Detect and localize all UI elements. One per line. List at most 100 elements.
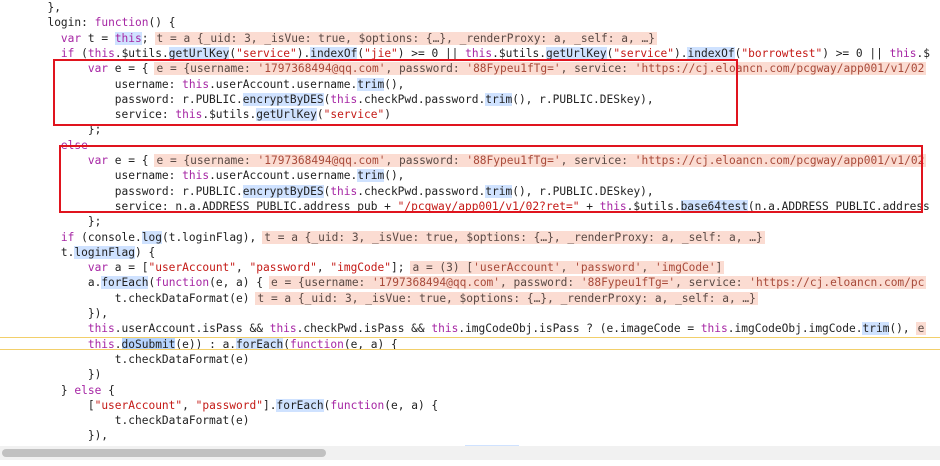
code-line[interactable]: t.checkDataFormat(e) t = a {_uid: 3, _isV…: [0, 291, 940, 306]
code-token: function: [330, 398, 385, 412]
code-line[interactable]: password: r.PUBLIC.encryptByDES(this.che…: [0, 184, 940, 199]
code-line[interactable]: else: [0, 138, 940, 153]
code-token: .: [114, 337, 122, 350]
hint-token: e = {username:: [156, 154, 258, 167]
code-line[interactable]: },: [0, 0, 940, 15]
code-line[interactable]: } else {: [0, 383, 940, 398]
code-line-paused[interactable]: this.doSubmit(e)) : a.forEach(function(e…: [0, 336, 940, 350]
code-line[interactable]: };: [0, 122, 940, 137]
code-token: trim: [357, 169, 385, 183]
code-line[interactable]: }),: [0, 306, 940, 321]
code-line[interactable]: this.userAccount.isPass && this.checkPwd…: [0, 321, 940, 336]
code-line[interactable]: service: this.$utils.getUrlKey("service"…: [0, 107, 940, 122]
code-token: {: [101, 383, 115, 397]
code-token: (),: [889, 322, 910, 336]
code-line[interactable]: };: [0, 214, 940, 229]
code-line[interactable]: username: this.userAccount.username.trim…: [0, 77, 940, 92]
code-token: getUrlKey: [546, 46, 607, 60]
hint-token: '1797368494@qq.com': [257, 62, 386, 76]
code-token: getUrlKey: [168, 46, 230, 60]
code-token: :: [81, 16, 95, 30]
code-token: function: [289, 337, 344, 350]
horizontal-scrollbar[interactable]: [0, 446, 940, 460]
hint-token: , password:: [500, 276, 581, 290]
code-token: forEach: [236, 337, 284, 350]
code-token: forEach: [101, 276, 149, 290]
code-token: "borrowtest": [741, 46, 823, 60]
hint-token: e: [917, 322, 925, 336]
code-token: t =: [81, 31, 115, 45]
code-line[interactable]: if (this.$utils.getUrlKey("service").ind…: [0, 46, 940, 61]
code-token: ].: [262, 398, 277, 412]
code-token: }),: [87, 307, 109, 320]
code-token: }): [87, 368, 102, 382]
inline-value-hint: e: [915, 322, 927, 336]
code-line[interactable]: a.forEach(function(e, a) {e = {username:…: [0, 275, 940, 290]
hint-token: ]: [715, 261, 723, 275]
scrollbar-thumb[interactable]: [2, 449, 326, 457]
code-line[interactable]: t.checkDataFormat(e): [0, 413, 940, 428]
code-token: }),: [87, 429, 109, 443]
code-line[interactable]: var e = {e = {username: '1797368494@qq.c…: [0, 61, 940, 76]
code-token: encryptByDES: [242, 184, 324, 198]
code-line[interactable]: t.checkDataFormat(e): [0, 352, 940, 367]
code-token: this: [465, 46, 493, 60]
code-token: (e, a) {: [384, 398, 439, 412]
code-token: getUrlKey: [256, 108, 317, 122]
hint-token: ,: [641, 261, 655, 275]
code-token: .checkPwd.isPass &&: [296, 322, 432, 336]
hint-token: '88Fypeu1fTg=': [580, 276, 676, 290]
code-line[interactable]: var t = this; t = a {_uid: 3, _isVue: tru…: [0, 31, 940, 46]
code-token: };: [87, 123, 102, 137]
code-token: (n.a.ADDRESS_PUBLIC.address: [747, 199, 930, 213]
code-token: this: [114, 31, 142, 45]
code-token: .userAccount.username.: [209, 169, 358, 183]
code-token: this: [269, 322, 297, 336]
inline-value-hint: e = {username: '1797368494@qq.com', pass…: [154, 154, 927, 167]
hint-token: 'https://cj.eloancn.com/pc: [749, 276, 925, 290]
code-line[interactable]: }): [0, 367, 940, 382]
hint-token: t = a {_uid: 3, _isVue: true, $options: …: [264, 230, 763, 244]
hint-token: '88Fypeu1fTg=': [466, 154, 561, 167]
code-token: t.checkDataFormat(e): [114, 352, 250, 366]
code-token: trim: [357, 77, 385, 91]
code-token: a.: [87, 276, 102, 290]
code-token: username:: [114, 169, 183, 183]
code-token: trim: [485, 92, 513, 106]
code-token: trim: [485, 184, 513, 198]
code-line[interactable]: service: n.a.ADDRESS_PUBLIC.address_pub …: [0, 199, 940, 214]
code-line[interactable]: ["userAccount", "password"].forEach(func…: [0, 398, 940, 413]
code-token: .$utils.: [492, 46, 546, 60]
code-line[interactable]: username: this.userAccount.username.trim…: [0, 168, 940, 183]
code-token: this: [175, 108, 203, 122]
code-line[interactable]: var e = {e = {username: '1797368494@qq.c…: [0, 153, 940, 168]
code-line[interactable]: password: r.PUBLIC.encryptByDES(this.che…: [0, 92, 940, 107]
code-token: (), r.PUBLIC.DESkey),: [512, 92, 654, 106]
code-line[interactable]: t.loginFlag) {: [0, 245, 940, 260]
code-token: (), r.PUBLIC.DESkey),: [512, 184, 654, 198]
code-line[interactable]: var a = ["userAccount", "password", "img…: [0, 260, 940, 275]
hint-token: 'https://cj.eloancn.com/pcgway/app001/v1…: [634, 62, 925, 76]
code-token: encryptByDES: [242, 92, 324, 106]
code-token: username:: [114, 77, 183, 91]
code-token: if: [60, 46, 75, 60]
hint-token: '1797368494@qq.com': [257, 154, 386, 167]
code-line[interactable]: if (console.log(t.loginFlag), t = a {_uid…: [0, 230, 940, 245]
code-line[interactable]: }),: [0, 428, 940, 443]
hint-token: , password:: [385, 154, 467, 167]
code-token: this: [700, 322, 728, 336]
code-token: [: [87, 398, 95, 412]
code-line[interactable]: login: function() {: [0, 15, 940, 30]
code-token: "service": [323, 108, 385, 122]
code-token: },: [47, 1, 61, 14]
code-token: this: [599, 199, 627, 213]
code-token: }: [60, 383, 75, 397]
code-token: password: r.PUBLIC.: [114, 184, 243, 198]
code-token: "password": [249, 261, 317, 275]
code-token: a = [: [108, 261, 149, 275]
code-token: ,: [182, 398, 196, 412]
code-token: service: n.a.ADDRESS_PUBLIC.address_pub …: [114, 199, 398, 213]
code-token: (: [74, 46, 88, 60]
code-editor[interactable]: }, login: function() {var t = this; t = a …: [0, 0, 940, 446]
code-token: ) >= 0 ||: [397, 46, 466, 60]
